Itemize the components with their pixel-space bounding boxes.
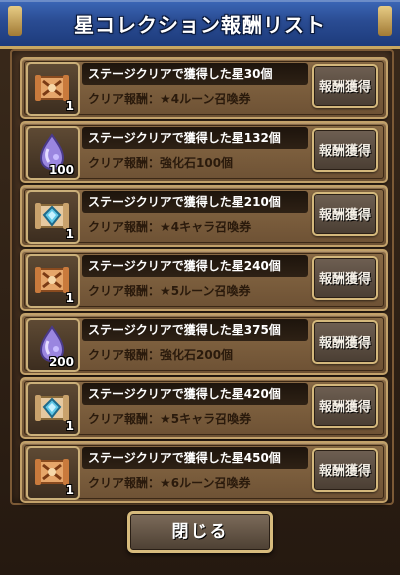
dialog-title: 星コレクション報酬リスト: [74, 13, 326, 37]
reward-label: クリア報酬：強化石100個: [88, 156, 234, 170]
claim-reward-button[interactable]: 報酬獲得: [312, 448, 378, 492]
condition-label: ステージクリアで獲得した星450個: [82, 447, 308, 469]
reward-item-frame: 200: [26, 318, 80, 372]
condition-label: ステージクリアで獲得した星132個: [82, 127, 308, 149]
claim-reward-button[interactable]: 報酬獲得: [312, 128, 378, 172]
claim-reward-button[interactable]: 報酬獲得: [312, 64, 378, 108]
reward-item-frame: 1: [26, 446, 80, 500]
reward-item-frame: 1: [26, 62, 80, 116]
condition-label: ステージクリアで獲得した星210個: [82, 191, 308, 213]
reward-item-count: 1: [65, 227, 74, 241]
reward-row: 1 ステージクリアで獲得した星210個 クリア報酬：★4キャラ召喚券 報酬獲得: [20, 185, 388, 247]
reward-list-dialog: 星コレクション報酬リスト 1 ステージクリアで獲得した星30個 クリア報酬：★4…: [0, 0, 400, 575]
reward-item-count: 1: [65, 483, 74, 497]
claim-reward-button[interactable]: 報酬獲得: [312, 384, 378, 428]
condition-label: ステージクリアで獲得した星30個: [82, 63, 308, 85]
reward-item-frame: 100: [26, 126, 80, 180]
reward-row: 100 ステージクリアで獲得した星132個 クリア報酬：強化石100個 報酬獲得: [20, 121, 388, 183]
reward-row: 1 ステージクリアで獲得した星450個 クリア報酬：★6ルーン召喚券 報酬獲得: [20, 441, 388, 503]
reward-row: 1 ステージクリアで獲得した星240個 クリア報酬：★5ルーン召喚券 報酬獲得: [20, 249, 388, 311]
claim-reward-button[interactable]: 報酬獲得: [312, 192, 378, 236]
reward-item-count: 1: [65, 419, 74, 433]
reward-item-count: 1: [65, 99, 74, 113]
condition-label: ステージクリアで獲得した星420個: [82, 383, 308, 405]
reward-label: クリア報酬：強化石200個: [88, 348, 234, 362]
reward-row: 1 ステージクリアで獲得した星420個 クリア報酬：★5キャラ召喚券 報酬獲得: [20, 377, 388, 439]
reward-label: クリア報酬：★4ルーン召喚券: [88, 92, 251, 106]
reward-label: クリア報酬：★5キャラ召喚券: [88, 412, 252, 426]
reward-item-count: 200: [48, 355, 74, 369]
claim-reward-button[interactable]: 報酬獲得: [312, 256, 378, 300]
reward-item-frame: 1: [26, 190, 80, 244]
reward-label: クリア報酬：★4キャラ召喚券: [88, 220, 252, 234]
reward-item-count: 1: [65, 291, 74, 305]
condition-label: ステージクリアで獲得した星240個: [82, 255, 308, 277]
reward-item-frame: 1: [26, 254, 80, 308]
close-button[interactable]: 閉じる: [127, 511, 273, 553]
reward-item-frame: 1: [26, 382, 80, 436]
reward-label: クリア報酬：★6ルーン召喚券: [88, 476, 251, 490]
reward-item-count: 100: [48, 163, 74, 177]
reward-label: クリア報酬：★5ルーン召喚券: [88, 284, 251, 298]
claim-reward-button[interactable]: 報酬獲得: [312, 320, 378, 364]
dialog-header: 星コレクション報酬リスト: [0, 0, 400, 49]
reward-list-panel: 1 ステージクリアで獲得した星30個 クリア報酬：★4ルーン召喚券 報酬獲得 1…: [10, 49, 394, 505]
reward-row: 200 ステージクリアで獲得した星375個 クリア報酬：強化石200個 報酬獲得: [20, 313, 388, 375]
reward-row: 1 ステージクリアで獲得した星30個 クリア報酬：★4ルーン召喚券 報酬獲得: [20, 57, 388, 119]
condition-label: ステージクリアで獲得した星375個: [82, 319, 308, 341]
